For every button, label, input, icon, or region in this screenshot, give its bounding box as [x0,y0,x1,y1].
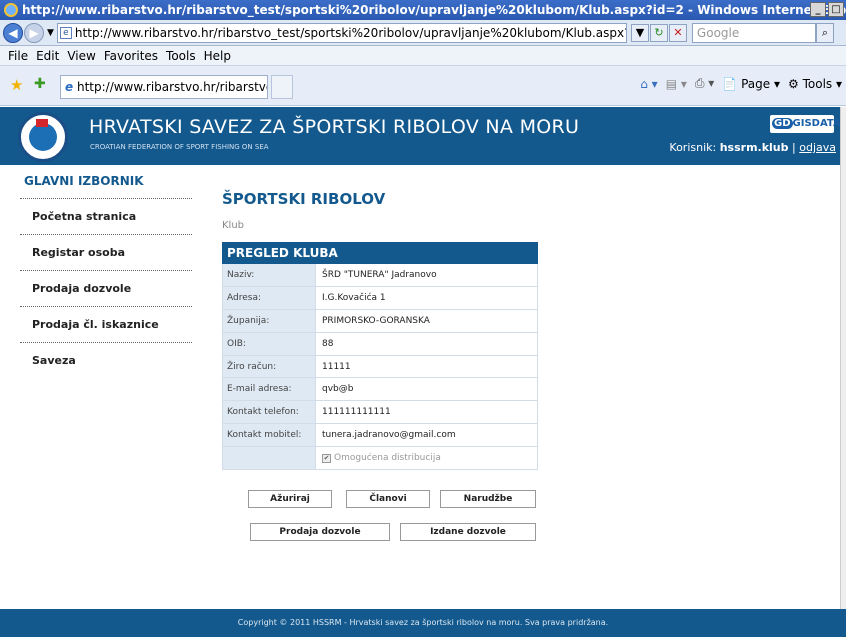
sidebar-item-membership-card-sale[interactable]: Prodaja čl. iskaznice Saveza [20,307,192,367]
field-value: 111111111111 [322,407,391,418]
minimize-icon[interactable]: _ [810,2,826,17]
page-icon: e [59,26,72,39]
search-icon[interactable]: ⌕ [815,22,834,43]
logout-link[interactable]: odjava [799,141,836,154]
federation-logo-icon [18,112,68,162]
search-input[interactable]: Google [691,22,816,43]
home-icon[interactable]: ⌂ ▾ [640,77,657,91]
address-bar: ◀ ▶ ▼ e http://www.ribarstvo.hr/ribarstv… [0,20,846,46]
table-row: ✔ Omogućena distribucija [222,447,538,471]
field-value: 11111 [322,361,351,372]
issued-permits-button[interactable]: Izdane dozvole [400,523,536,541]
field-value: ŠRD "TUNERA" Jadranovo [322,270,437,280]
members-button[interactable]: Članovi [346,490,430,508]
new-tab-button[interactable] [271,75,293,99]
menu-favorites[interactable]: Favorites [104,49,158,63]
table-row: Žiro račun: 11111 [222,355,538,379]
sidebar-item-permit-sale[interactable]: Prodaja dozvole [20,271,192,307]
sidebar: GLAVNI IZBORNIK Početna stranica Regista… [20,170,192,367]
tab-ie-icon: e [65,80,74,94]
window-controls: _ □ [810,2,844,17]
feeds-icon[interactable]: ▤ ▾ [666,77,687,91]
field-label-empty [223,447,316,470]
user-name: hssrm.klub [719,141,789,154]
field-value: I.G.Kovačića 1 [322,292,386,303]
tools-menu-label: Tools [802,76,833,91]
page-scrollbar[interactable] [840,107,846,609]
breadcrumb: Klub [222,220,245,231]
table-row: Naziv: ŠRD "TUNERA" Jadranovo [222,264,538,287]
update-button[interactable]: Ažuriraj [248,490,332,508]
checkbox-icon: ✔ [322,453,331,463]
gisdata-logo-text: GISDATA [792,118,841,129]
menu-file[interactable]: File [8,49,28,63]
tools-menu[interactable]: ⚙ Tools ▾ [788,77,842,91]
club-overview-panel: PREGLED KLUBA Naziv: ŠRD "TUNERA" Jadrano… [222,242,538,471]
table-row: OIB: 88 [222,332,538,356]
field-label: Žiro račun: [223,355,316,378]
gisdata-logo-gd: GD [772,118,793,129]
table-row: E-mail adresa: qvb@b [222,378,538,402]
menu-tools[interactable]: Tools [166,49,196,63]
print-icon[interactable]: ⎙ ▾ [695,76,714,91]
table-row: Kontakt telefon: 111111111111 [222,401,538,425]
field-label: Kontakt mobitel: [223,424,316,447]
tab-bar: ★ ✚ e http://www.ribarstvo.hr/ribarstvo.… [0,66,846,106]
field-label: OIB: [223,332,316,355]
menu-view[interactable]: View [67,49,95,63]
gisdata-logo-icon: GD GISDATA [770,115,841,133]
field-value: 88 [322,338,334,349]
add-favorite-icon[interactable]: ✚ [34,76,46,92]
browser-tab[interactable]: e http://www.ribarstvo.hr/ribarstvo... [60,75,268,99]
field-label: Naziv: [223,264,316,286]
window-titlebar: http://www.ribarstvo.hr/ribarstvo_test/s… [0,0,846,20]
forward-icon[interactable]: ▶ [24,22,44,43]
orders-button[interactable]: Narudžbe [440,490,536,508]
table-row: Županija: PRIMORSKO-GORANSKA [222,309,538,333]
stop-icon[interactable]: ✕ [668,23,687,42]
site-subtitle: CROATIAN FEDERATION OF SPORT FISHING ON … [90,143,269,151]
maximize-icon[interactable]: □ [828,2,844,17]
field-value: PRIMORSKO-GORANSKA [322,315,430,326]
url-input[interactable]: e http://www.ribarstvo.hr/ribarstvo_test… [56,22,627,43]
field-label: Kontakt telefon: [223,401,316,424]
page-title: ŠPORTSKI RIBOLOV [222,190,386,208]
field-label: Adresa: [223,286,316,309]
site-header: HRVATSKI SAVEZ ZA ŠPORTSKI RIBOLOV NA MO… [0,107,846,165]
history-dropdown-icon[interactable]: ▼ [47,28,54,38]
back-icon[interactable]: ◀ [3,22,23,43]
field-label: Županija: [223,309,316,332]
sell-permit-button[interactable]: Prodaja dozvole [250,523,390,541]
page-menu[interactable]: 📄 Page ▾ [722,77,780,91]
site-footer: Copyright © 2011 HSSRM - Hrvatski savez … [0,609,846,637]
window-title: http://www.ribarstvo.hr/ribarstvo_test/s… [22,3,846,17]
page-menu-label: Page [741,76,771,91]
table-row: Adresa: I.G.Kovačića 1 [222,286,538,310]
user-info: Korisnik: hssrm.klub | odjava [669,141,836,154]
ie-icon [4,3,18,17]
main-content: ŠPORTSKI RIBOLOV Klub PREGLED KLUBA Nazi… [222,190,538,471]
field-value: qvb@b [322,384,354,395]
checkbox-label: Omogućena distribucija [334,453,441,464]
url-text: http://www.ribarstvo.hr/ribarstvo_test/s… [74,25,627,40]
url-dropdown-icon[interactable]: ▼ [630,23,649,42]
field-value: tunera.jadranovo@gmail.com [322,430,456,441]
sidebar-item-home[interactable]: Početna stranica [20,199,192,235]
sidebar-item-persons-register[interactable]: Registar osoba [20,235,192,271]
field-label: E-mail adresa: [223,378,316,401]
table-row: Kontakt mobitel: tunera.jadranovo@gmail.c… [222,424,538,448]
user-separator: | [792,141,796,154]
tab-label: http://www.ribarstvo.hr/ribarstvo... [76,80,268,94]
refresh-icon[interactable]: ↻ [649,23,668,42]
menu-edit[interactable]: Edit [36,49,59,63]
favorites-star-icon[interactable]: ★ [10,76,23,94]
distribution-checkbox[interactable]: ✔ Omogućena distribucija [316,447,537,469]
site-title: HRVATSKI SAVEZ ZA ŠPORTSKI RIBOLOV NA MO… [89,116,580,138]
command-bar: ⌂ ▾ ▤ ▾ ⎙ ▾ 📄 Page ▾ ⚙ Tools ▾ [640,76,842,91]
user-label: Korisnik: [669,141,717,154]
menu-help[interactable]: Help [204,49,231,63]
sidebar-heading: GLAVNI IZBORNIK [20,170,192,199]
panel-title: PREGLED KLUBA [222,242,538,264]
menu-bar: File Edit View Favorites Tools Help [0,46,846,66]
